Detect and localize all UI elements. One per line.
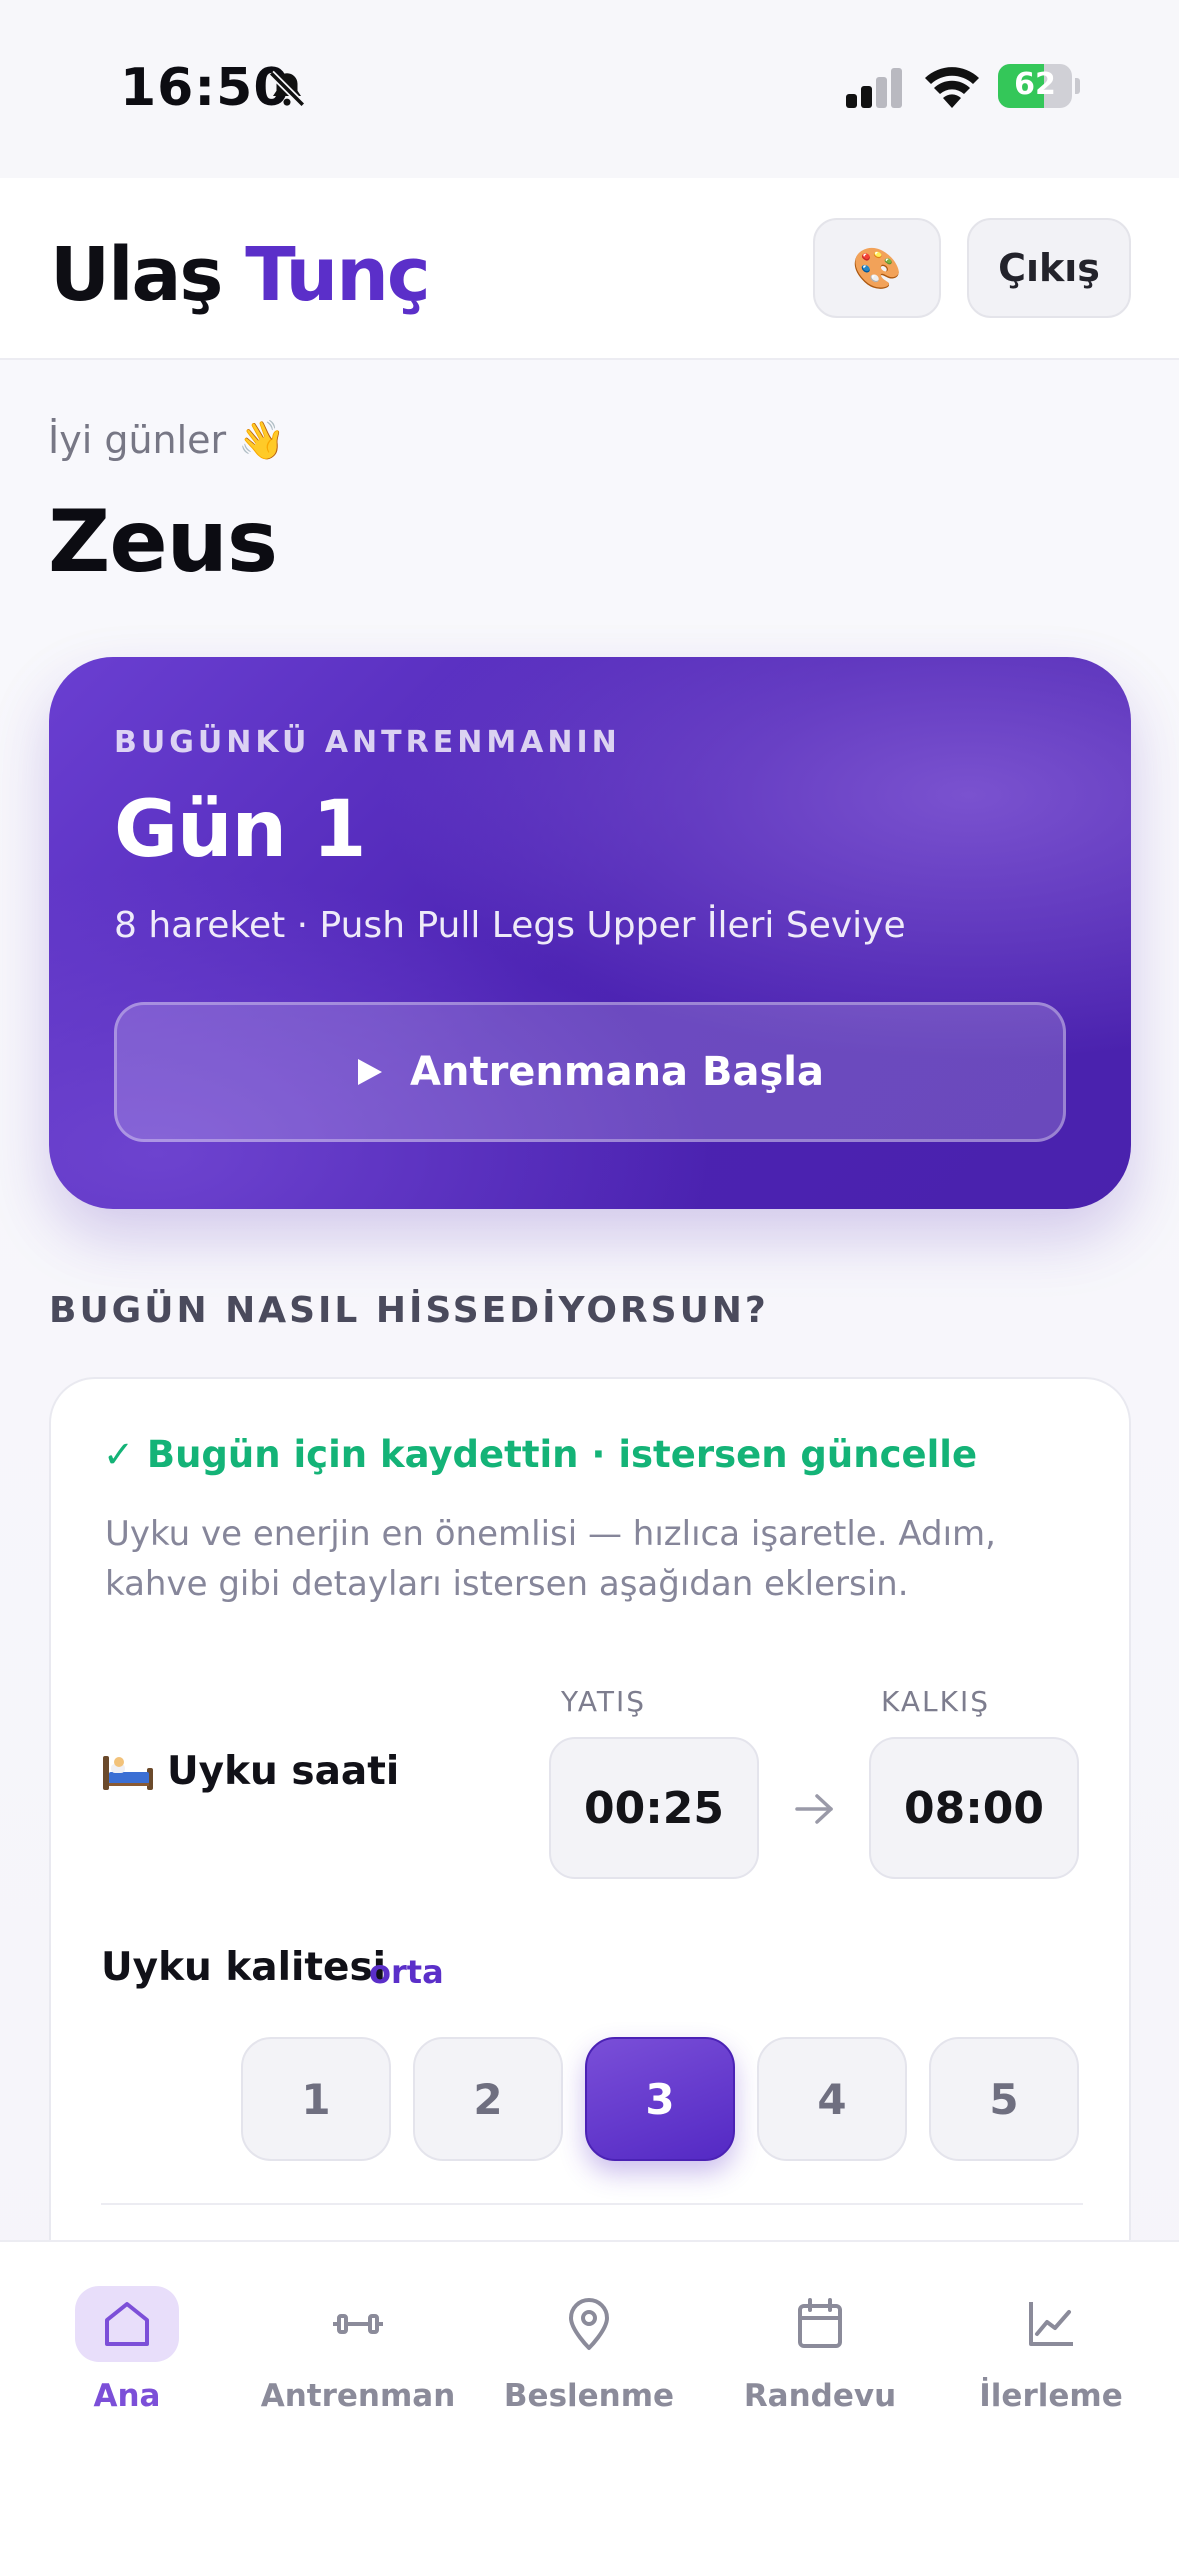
bedtime-caption: YATIŞ (561, 1685, 647, 1718)
workout-title: Gün 1 (114, 785, 367, 875)
rating-option-2[interactable]: 2 (413, 2037, 563, 2161)
nav-icon-wrap (306, 2286, 410, 2362)
start-workout-button[interactable]: Antrenmana Başla (114, 1002, 1066, 1142)
nav-label: Ana (93, 2378, 161, 2414)
today-workout-card: BUGÜNKÜ ANTRENMANIN Gün 1 8 hareket · Pu… (49, 657, 1131, 1209)
home-icon (105, 2302, 149, 2346)
saved-status[interactable]: ✓ Bugün için kaydettin · istersen güncel… (103, 1433, 977, 1476)
nav-item-workout[interactable]: Antrenman (258, 2286, 458, 2414)
rating-option-1[interactable]: 1 (241, 2037, 391, 2161)
nav-item-progress[interactable]: İlerleme (951, 2286, 1151, 2414)
workout-eyebrow: BUGÜNKÜ ANTRENMANIN (114, 725, 621, 760)
calendar-icon (798, 2298, 842, 2348)
nav-item-home[interactable]: Ana (27, 2286, 227, 2414)
logout-button[interactable]: Çıkış (967, 218, 1131, 318)
waketime-input[interactable]: 08:00 (869, 1737, 1079, 1879)
dumbbell-icon (333, 2314, 383, 2334)
nav-item-nutrition[interactable]: Beslenme (489, 2286, 689, 2414)
nav-label: Antrenman (260, 2378, 456, 2414)
rating-option-3[interactable]: 3 (585, 2037, 735, 2161)
nav-label: Beslenme (503, 2378, 675, 2414)
nav-icon-wrap (768, 2286, 872, 2362)
chart-icon (1029, 2302, 1073, 2346)
greeting-text: İyi günler 👋 (48, 418, 286, 462)
bed-icon (103, 1755, 153, 1790)
nav-label: Randevu (743, 2378, 897, 2414)
battery-indicator: 62 (998, 64, 1080, 108)
waketime-caption: KALKIŞ (881, 1685, 991, 1718)
theme-button[interactable]: 🎨 (813, 218, 941, 318)
brand-first-name: Ulaş (50, 232, 223, 318)
sleep-time-label: Uyku saati (101, 1749, 399, 1794)
nav-label: İlerleme (979, 2378, 1123, 2414)
brand-logo: Ulaş Tunç (50, 232, 431, 318)
arrow-right-icon (795, 1794, 833, 1824)
wifi-icon (925, 67, 979, 108)
status-bar: 16:50 62 (0, 0, 1179, 178)
sleep-quality-label: Uyku kalitesi (101, 1945, 387, 1990)
bedtime-input[interactable]: 00:25 (549, 1737, 759, 1879)
section-title: BUGÜN NASIL HİSSEDİYORSUN? (49, 1290, 769, 1331)
app-screen: 16:50 62 Ulaş Tunç 🎨 Çıkış İyi günler 👋 … (0, 0, 1179, 2556)
battery-tip (1075, 78, 1080, 94)
rating-option-4[interactable]: 4 (757, 2037, 907, 2161)
sleep-quality-value: orta (369, 1953, 444, 1991)
nav-item-appointment[interactable]: Randevu (720, 2286, 920, 2414)
start-workout-label: Antrenmana Başla (410, 1049, 824, 1095)
brand-last-name: Tunç (245, 232, 431, 318)
nav-icon-wrap (75, 2286, 179, 2362)
user-name: Zeus (48, 492, 278, 592)
battery-body: 62 (998, 64, 1072, 108)
sleep-time-text: Uyku saati (167, 1749, 400, 1794)
battery-percent: 62 (1014, 67, 1056, 102)
checkin-hint: Uyku ve enerjin en önemlisi — hızlıca iş… (105, 1514, 996, 1604)
rating-option-5[interactable]: 5 (929, 2037, 1079, 2161)
nav-icon-wrap (537, 2286, 641, 2362)
workout-subtitle: 8 hareket · Push Pull Legs Upper İleri S… (114, 905, 906, 946)
location-pin-icon (569, 2298, 609, 2350)
card-divider (101, 2203, 1083, 2205)
cellular-signal-icon (846, 68, 902, 108)
palette-icon: 🎨 (852, 245, 902, 292)
bell-off-icon (268, 70, 306, 108)
play-icon (358, 1059, 383, 1085)
bottom-navigation: Ana Antrenman Beslenme Randevu İlerleme (0, 2240, 1179, 2556)
nav-icon-wrap (999, 2286, 1103, 2362)
status-time: 16:50 (120, 58, 291, 118)
app-header: Ulaş Tunç 🎨 Çıkış (0, 178, 1179, 360)
